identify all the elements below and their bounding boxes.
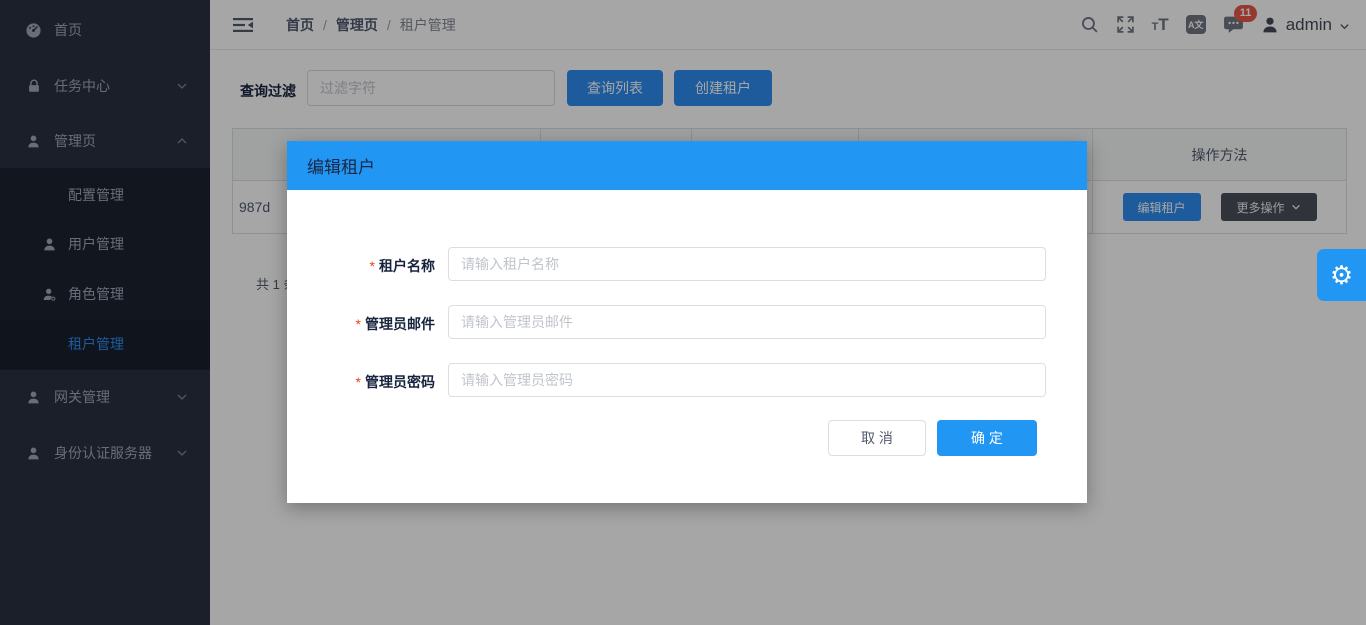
modal-title: 编辑租户 — [307, 153, 375, 178]
tenant-name-input[interactable] — [448, 247, 1046, 281]
tenant-name-label: *租户名称 — [287, 256, 435, 276]
admin-password-label: *管理员密码 — [287, 372, 435, 392]
admin-email-label-text: 管理员邮件 — [365, 316, 435, 332]
admin-email-label: *管理员邮件 — [287, 314, 435, 334]
required-marker: * — [370, 258, 375, 274]
admin-email-input[interactable] — [448, 305, 1046, 339]
app-root: 首页 任务中心 管理页 配置管理 — [0, 0, 1366, 625]
gear-icon: ⚙ — [1330, 260, 1353, 291]
required-marker: * — [356, 374, 361, 390]
settings-button[interactable]: ⚙ — [1317, 249, 1366, 301]
tenant-name-label-text: 租户名称 — [379, 258, 435, 274]
cancel-button[interactable]: 取 消 — [828, 420, 926, 456]
required-marker: * — [356, 316, 361, 332]
edit-tenant-modal: 编辑租户 *租户名称 *管理员邮件 *管理员密码 取 消 确 定 — [287, 141, 1087, 503]
modal-header: 编辑租户 — [287, 141, 1087, 190]
admin-password-input[interactable] — [448, 363, 1046, 397]
ok-button[interactable]: 确 定 — [937, 420, 1037, 456]
admin-password-label-text: 管理员密码 — [365, 374, 435, 390]
